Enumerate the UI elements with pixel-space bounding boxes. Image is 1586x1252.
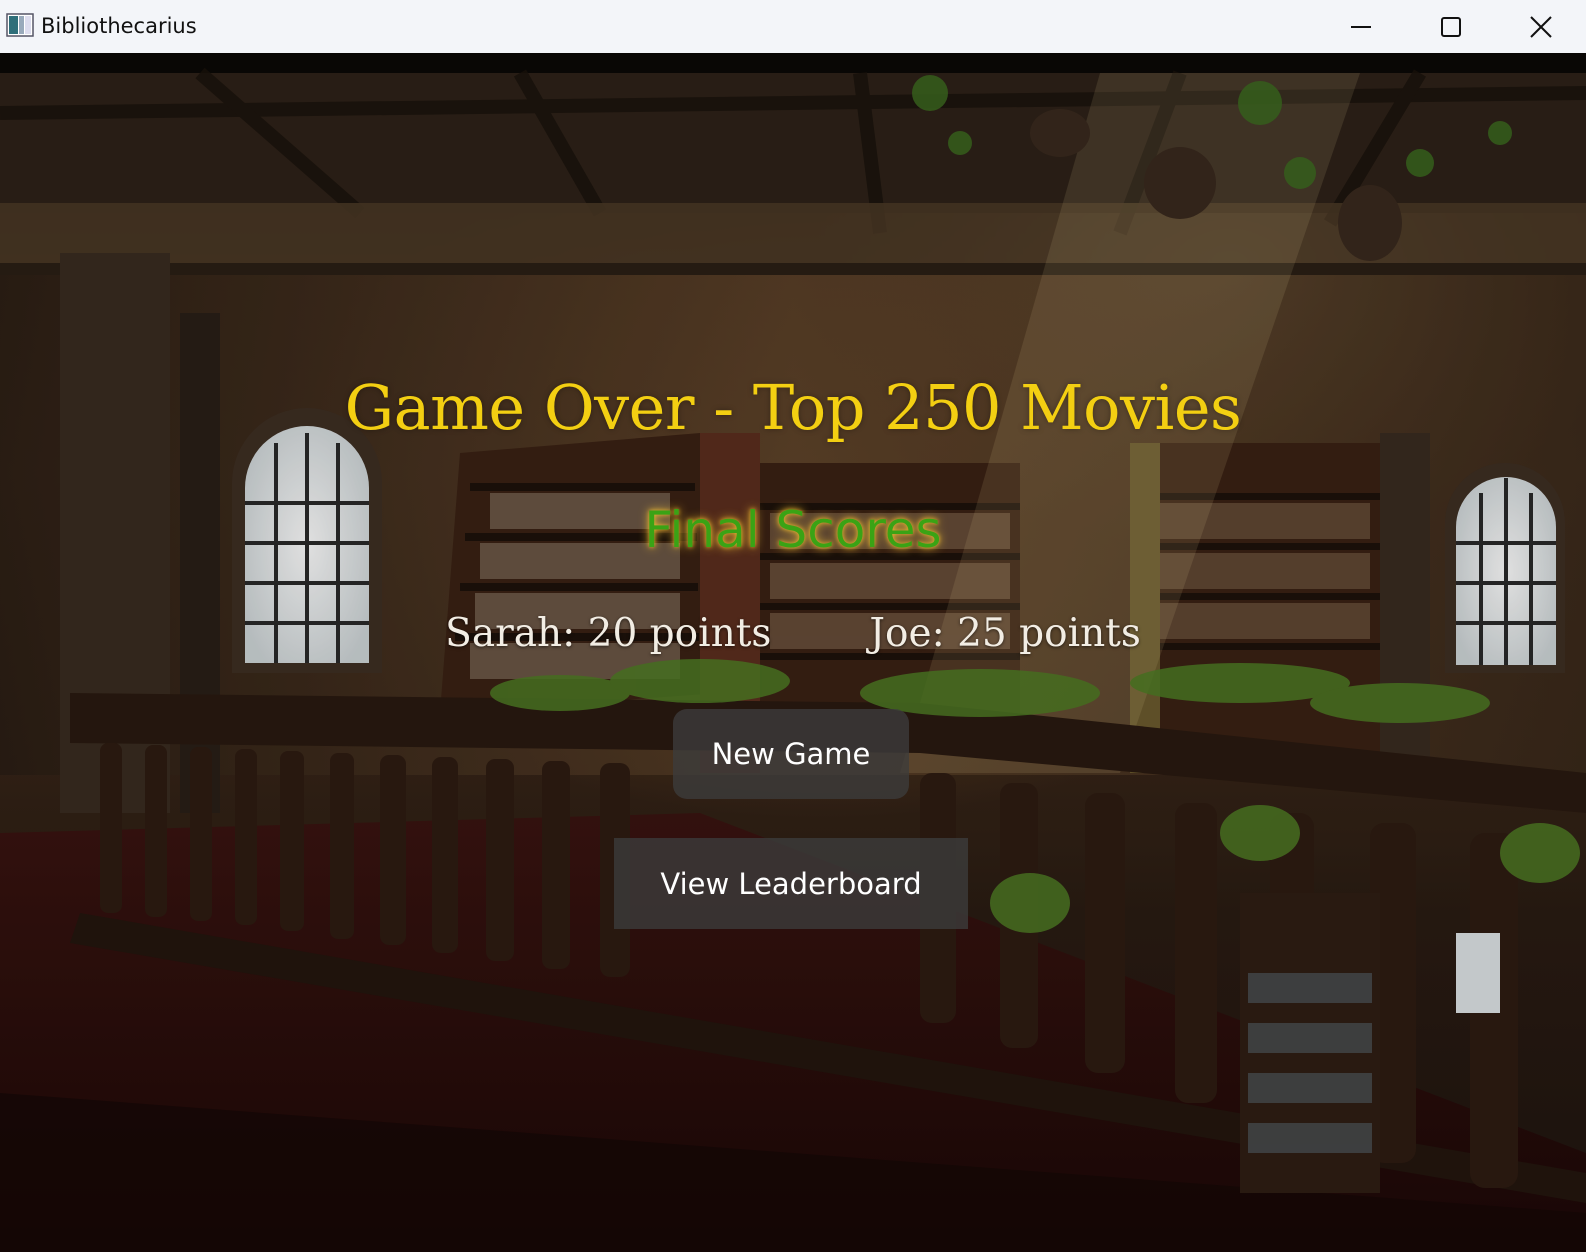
close-icon [1530,15,1552,38]
player-score-sarah: Sarah: 20 points [445,611,772,656]
library-background: Game Over - Top 250 Movies Final Scores … [0,53,1586,1252]
final-scores-heading: Final Scores [644,501,942,559]
title-bar: Bibliothecarius [0,0,1586,53]
minimize-icon [1351,25,1371,28]
new-game-button[interactable]: New Game [673,709,909,799]
close-button[interactable] [1496,0,1586,53]
maximize-button[interactable] [1406,0,1496,53]
game-over-overlay: Game Over - Top 250 Movies Final Scores … [0,53,1586,1252]
game-over-title: Game Over - Top 250 Movies [344,371,1242,444]
maximize-icon [1441,16,1461,37]
scores-row: Sarah: 20 points Joe: 25 points [0,611,1586,656]
app-icon [6,13,34,37]
window-title: Bibliothecarius [41,14,197,38]
minimize-button[interactable] [1316,0,1406,53]
player-score-joe: Joe: 25 points [869,611,1141,656]
view-leaderboard-button[interactable]: View Leaderboard [614,838,968,929]
app-window: Bibliothecarius Game Over - Top 250 Movi… [0,0,1586,1252]
